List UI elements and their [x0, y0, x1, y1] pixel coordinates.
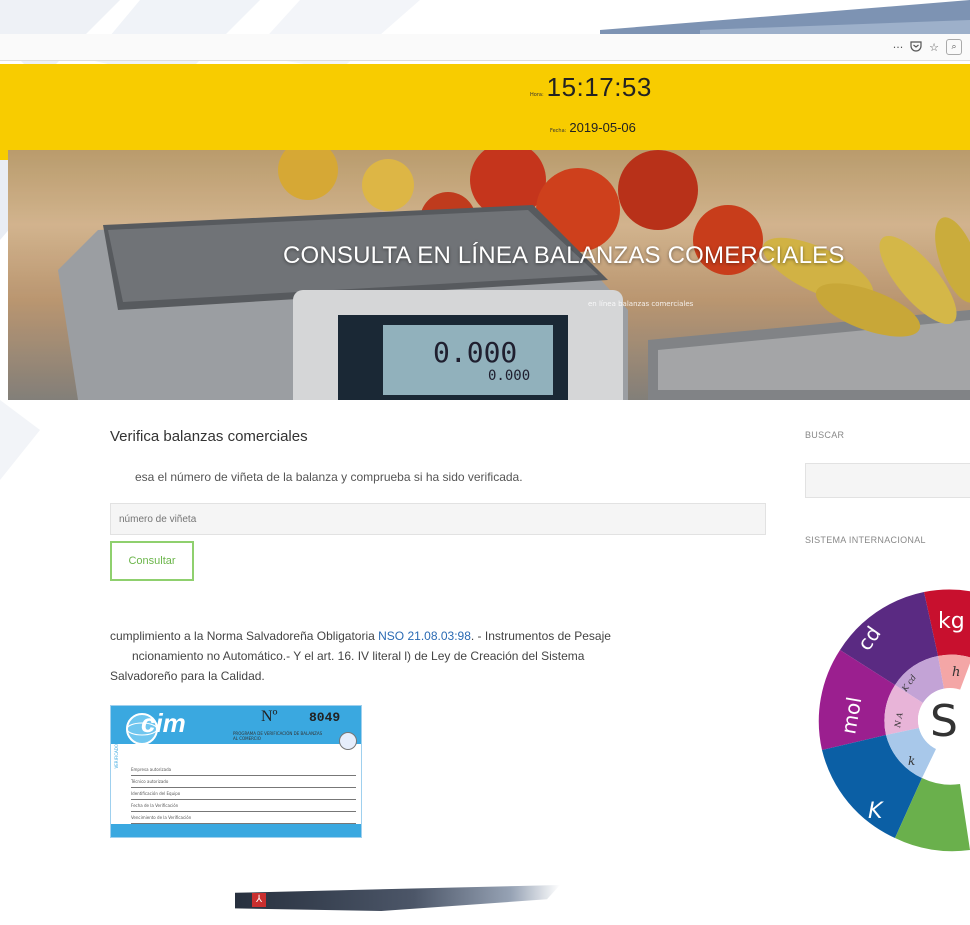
- page-title: Verifica balanzas comerciales: [110, 428, 308, 445]
- norma-line2: ncionamiento no Automático.- Y el art. 1…: [132, 649, 585, 663]
- search-icon[interactable]: ⌕: [946, 39, 962, 55]
- pdf-download-bar[interactable]: [235, 885, 560, 911]
- pdf-icon[interactable]: ⅄: [252, 893, 266, 907]
- si-label-kg: kg: [938, 609, 965, 634]
- verification-sticker: cim Nº 8049 PROGRAMA DE VERIFICACIÓN DE …: [110, 705, 362, 838]
- instruction-text: esa el número de viñeta de la balanza y …: [135, 470, 523, 484]
- sidebar-search-input[interactable]: [805, 463, 970, 498]
- norma-text: cumplimiento a la Norma Salvadoreña Obli…: [110, 626, 760, 686]
- date-label: Fecha:: [550, 128, 567, 134]
- vinieta-input[interactable]: [110, 503, 766, 535]
- si-center-letter: S: [930, 696, 958, 747]
- browser-toolbar: ··· ☆ ⌕: [0, 34, 970, 61]
- cim-logo: cim: [141, 708, 186, 738]
- hero-banner: 0.000 0.000 CONSULTA EN LÍNEA BALANZAS C…: [8, 150, 970, 400]
- sticker-program: PROGRAMA DE VERIFICACIÓN DE BALANZAS AL …: [233, 731, 323, 741]
- seal-icon: [339, 732, 357, 750]
- consultar-button[interactable]: Consultar: [110, 541, 194, 581]
- time-label: Hora:: [530, 92, 544, 98]
- nso-link[interactable]: NSO 21.08.03:98: [378, 629, 471, 643]
- hero-title: CONSULTA EN LÍNEA BALANZAS COMERCIALES: [283, 242, 845, 269]
- more-icon[interactable]: ···: [892, 41, 904, 54]
- si-inner-label-k: k: [908, 754, 915, 768]
- breadcrumb[interactable]: en línea balanzas comerciales: [588, 300, 693, 308]
- sticker-number: 8049: [309, 710, 341, 725]
- sticker-side-label: VERIFICADO: [114, 744, 119, 769]
- sticker-footer: [111, 824, 361, 837]
- sticker-field: Fecha de la Verificación: [131, 800, 356, 812]
- sticker-field: Técnico autorizado: [131, 776, 356, 788]
- time-value: 15:17:53: [546, 72, 652, 102]
- sidebar-si-title: SISTEMA INTERNACIONAL: [805, 535, 926, 545]
- norma-line1-rest: . - Instrumentos de Pesaje: [470, 629, 611, 643]
- date-value: 2019-05-06: [569, 120, 636, 135]
- si-units-wheel: kg cd mol K h K cd N A k S: [818, 589, 970, 852]
- sticker-field: Identificación del Equipo: [131, 788, 356, 800]
- sticker-number-label: Nº: [261, 708, 278, 725]
- clock: Hora: 15:17:53: [530, 72, 652, 103]
- star-icon[interactable]: ☆: [928, 41, 940, 54]
- si-label-k: K: [868, 799, 884, 824]
- date: Fecha: 2019-05-06: [550, 120, 636, 135]
- sidebar-search-title: BUSCAR: [805, 430, 845, 440]
- norma-prefix: cumplimiento a la Norma Salvadoreña Obli…: [110, 629, 379, 643]
- hero-image: 0.000 0.000: [8, 150, 970, 400]
- norma-line3: Salvadoreño para la Calidad.: [110, 669, 265, 683]
- pocket-icon[interactable]: [910, 40, 922, 55]
- sticker-field: Vencimiento de la Verificación: [131, 812, 356, 824]
- sticker-field: Empresa autorizada: [131, 764, 356, 776]
- si-inner-label-h: h: [952, 665, 960, 680]
